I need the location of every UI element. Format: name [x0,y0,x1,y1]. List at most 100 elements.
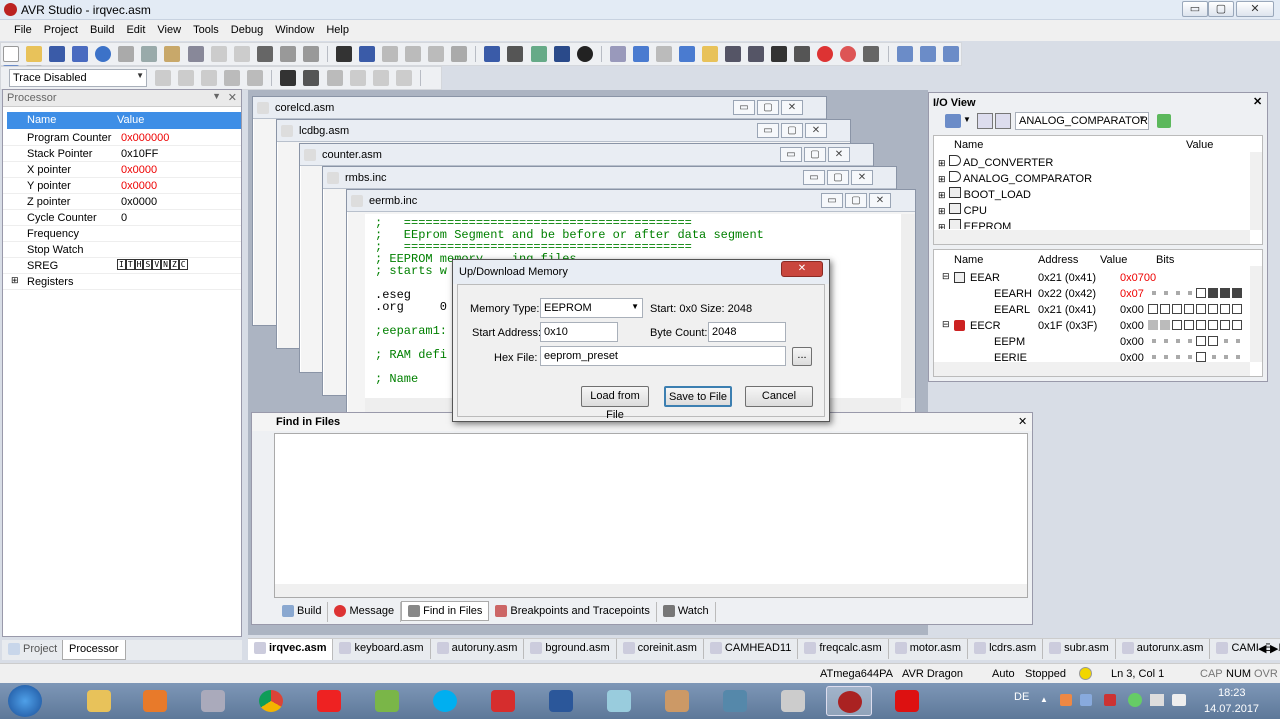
expand-icon[interactable]: ⊞ [938,190,946,200]
replace-icon[interactable] [359,46,375,62]
table-row[interactable]: ⊞ Registers [3,274,241,290]
table-row[interactable]: SREG ITHSVNZC [3,258,241,274]
bit-box[interactable] [1148,304,1158,315]
doc-close-button[interactable]: ✕ [781,100,803,115]
tree-item[interactable]: ⊞ EEPROM [938,219,1248,229]
close-icon[interactable]: ✕ [228,91,237,104]
kaspersky-taskbar-icon[interactable] [884,686,930,716]
trace-down-icon[interactable] [224,70,241,86]
table-row[interactable]: Frequency [3,226,241,242]
braces-icon[interactable] [771,46,788,62]
bookmark-clear-icon[interactable] [451,46,468,62]
dialog-close-button[interactable]: ✕ [781,261,823,277]
tray-chevron-icon[interactable]: ▲ [1040,695,1048,704]
trace-filter-icon[interactable] [155,70,171,86]
register-view-icon[interactable] [942,46,959,62]
stop-icon[interactable] [632,46,649,62]
memory-type-select[interactable]: EEPROM ▼ [540,298,643,318]
table-row[interactable]: Stop Watch [3,242,241,258]
tray-app-icon[interactable] [1060,694,1072,706]
collapse-icon[interactable]: ⊟ [942,271,950,282]
printer-taskbar-icon[interactable] [770,686,816,716]
breakpoint-icon[interactable] [817,46,834,62]
tab-build[interactable]: Build [276,602,329,622]
tree-item[interactable]: ⊞ BOOT_LOAD [938,187,1248,203]
language-indicator[interactable]: DE [1014,691,1029,703]
tab-breakpoints[interactable]: Breakpoints and Tracepoints [489,602,657,622]
horizontal-scrollbar[interactable] [934,230,1250,244]
reset-icon[interactable] [678,46,695,62]
register-row[interactable]: ⊟ EEAR 0x21 (0x41) 0x0700 [938,270,1248,286]
reg-col-name[interactable]: Name [954,254,983,266]
vertical-scrollbar[interactable] [1250,152,1262,230]
trace-mode-select[interactable]: Trace Disabled ▼ [9,69,147,87]
menu-help[interactable]: Help [320,20,355,36]
chevron-down-icon[interactable]: ▼ [963,115,971,124]
col-value[interactable]: Value [117,114,144,126]
tab-project[interactable]: Project [8,643,57,656]
tree-col-name[interactable]: Name [954,139,983,151]
bit-box[interactable] [1232,320,1242,331]
step-out-icon[interactable] [748,46,765,62]
screen-taskbar-icon[interactable] [712,686,758,716]
file-tab[interactable]: CAMHEAD11 [704,639,799,659]
load-from-file-button[interactable]: Load from File [581,386,649,421]
outdent-icon[interactable] [302,46,319,62]
refresh-icon[interactable] [95,46,112,62]
expand-icon[interactable]: ⊞ [938,174,946,184]
chip-icon[interactable] [326,70,343,86]
connect-icon[interactable] [576,46,593,62]
print-icon[interactable] [187,46,204,62]
menu-build[interactable]: Build [84,20,120,36]
minimize-button[interactable]: ▭ [1182,1,1208,17]
trace-step-icon[interactable] [201,70,218,86]
expand-icon[interactable]: ⊞ [938,158,946,168]
open-folder-icon[interactable] [26,46,43,62]
bit-box[interactable] [1196,320,1206,331]
android-taskbar-icon[interactable] [364,686,410,716]
trace-up-icon[interactable] [247,70,264,86]
horizontal-scrollbar[interactable] [934,362,1250,376]
byte-count-input[interactable]: 2048 [708,322,786,342]
table-row[interactable]: Z pointer 0x0000 [3,194,241,210]
register-row[interactable]: ⊟ EECR 0x1F (0x3F) 0x00 [938,318,1248,334]
register-row[interactable]: EEPM 0x00 [938,334,1248,350]
notes-taskbar-icon[interactable] [596,686,642,716]
bookmark-icon[interactable] [382,46,399,62]
doc-maximize-button[interactable]: ▢ [804,147,826,162]
collapse-icon[interactable]: ⊟ [942,319,950,330]
bookmark-prev-icon[interactable] [428,46,445,62]
run-icon[interactable] [609,46,626,62]
browse-button[interactable]: ... [792,347,812,366]
tab-watch[interactable]: Watch [657,602,716,622]
bit-box[interactable] [1220,304,1230,315]
bit-box[interactable] [1208,320,1218,331]
bit-box[interactable] [1196,304,1206,315]
tree-item[interactable]: ⊞ CPU [938,203,1248,219]
auto-icon[interactable] [395,70,412,86]
menu-view[interactable]: View [151,20,187,36]
sreg-bit[interactable]: C [178,259,188,270]
table-row[interactable]: X pointer 0x0000 [3,162,241,178]
io-module-select[interactable]: ANALOG_COMPARATOR ▼ [1015,112,1149,130]
reg-col-bits[interactable]: Bits [1156,254,1174,266]
file-tab[interactable]: bground.asm [524,639,617,659]
bit-box[interactable] [1160,320,1170,331]
sreg-bit[interactable]: Z [169,259,179,270]
go-arrow-icon[interactable] [1157,114,1171,128]
window-icon[interactable] [256,46,273,62]
menu-edit[interactable]: Edit [120,20,151,36]
bit-box[interactable] [1208,336,1218,347]
tree-item[interactable]: ⊞ ANALOG_COMPARATOR [938,171,1248,187]
palette-taskbar-icon[interactable] [654,686,700,716]
table-row[interactable]: Program Counter 0x000000 [3,130,241,146]
wave-icon[interactable] [372,70,389,86]
clock-date[interactable]: 14.07.2017 [1204,703,1259,715]
tab-message[interactable]: Message [328,602,402,622]
bit-box[interactable] [1148,320,1158,331]
table-row[interactable]: Stack Pointer 0x10FF [3,146,241,162]
cut-icon[interactable] [118,46,135,62]
sreg-bits[interactable]: ITHSVNZC [117,259,188,270]
register-bits[interactable] [1148,303,1244,315]
file-tab[interactable]: freqcalc.asm [798,639,889,659]
